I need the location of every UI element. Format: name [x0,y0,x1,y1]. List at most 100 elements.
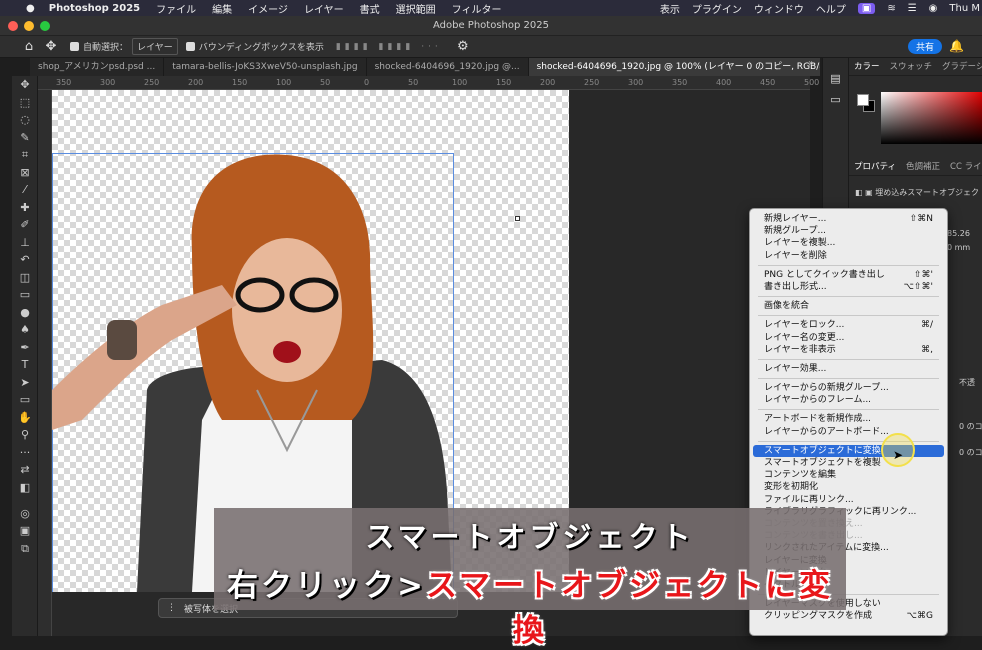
layer-name[interactable]: 0 のコ [953,418,982,435]
menu-item[interactable]: レイヤー効果... [750,363,947,375]
notification-icon[interactable]: 🔔 [949,39,964,53]
menu-help[interactable]: ヘルプ [816,1,846,16]
doc-tab-active[interactable]: shocked-6404696_1920.jpg @ 100% (レイヤー 0 … [528,58,820,76]
menu-item[interactable]: レイヤーをロック... ⌘/ [750,319,947,331]
menu-item[interactable]: ファイルに再リンク... [750,494,947,506]
tab-properties[interactable]: プロパティ [849,158,901,175]
wifi-icon[interactable]: ≋ [887,3,895,14]
move-tool-icon[interactable]: ✥ [12,76,38,94]
quick-mask-icon[interactable]: ◎ [12,505,38,523]
tab-adjustments[interactable]: 色調補正 [901,158,945,175]
pen-tool-icon[interactable]: ✒ [12,339,38,357]
type-tool-icon[interactable]: T [12,356,38,374]
menu-view[interactable]: 表示 [660,1,680,16]
crop-tool-icon[interactable]: ⌗ [12,146,38,164]
menu-item[interactable]: 新規レイヤー... ⇧⌘N [750,213,947,225]
menu-item[interactable]: アートボードを新規作成... [750,413,947,425]
menu-item-label: 変形を初期化 [764,482,819,493]
tab-cc-libraries[interactable]: CC ライ [945,158,982,175]
zoom-tool-icon[interactable]: ⚲ [12,426,38,444]
move-tool-icon[interactable]: ✥ [40,39,62,54]
app-menu[interactable]: Photoshop 2025 [49,3,140,14]
lasso-tool-icon[interactable]: ◌ [12,111,38,129]
menu-plugins[interactable]: プラグイン [692,1,742,16]
swap-colors-icon[interactable]: ⇄ [12,461,38,479]
menu-item[interactable]: 新規グループ... [750,225,947,237]
menu-type[interactable]: 書式 [360,1,380,16]
doc-tab[interactable]: shocked-6404696_1920.jpg @... [367,58,529,76]
tabs-overflow-icon[interactable]: » [808,58,814,69]
menu-select[interactable]: 選択範囲 [396,1,436,16]
brush-tool-icon[interactable]: ✐ [12,216,38,234]
menu-item[interactable]: レイヤーを削除 [750,250,947,262]
menu-edit[interactable]: 編集 [212,1,232,16]
dodge-tool-icon[interactable]: ♠ [12,321,38,339]
doc-tab[interactable]: shop_アメリカンpsd.psd ... [30,58,165,76]
apple-icon[interactable]: ● [26,3,35,14]
menu-filter[interactable]: フィルター [452,1,502,16]
close-window-button[interactable] [8,21,18,31]
healing-tool-icon[interactable]: ✚ [12,199,38,217]
menu-item-label: レイヤーをロック... [764,320,845,331]
layer-name[interactable]: 0 のコ [953,444,982,461]
history-icon[interactable]: ▤ [823,72,848,85]
gear-icon[interactable]: ⚙ [452,39,474,54]
blur-tool-icon[interactable]: ● [12,304,38,322]
doc-tab[interactable]: tamara-bellis-JoKS3XweV50-unsplash.jpg [164,58,367,76]
zoom-window-button[interactable] [40,21,50,31]
color-picker-field[interactable] [881,92,982,144]
menu-item[interactable]: レイヤー名の変更... [750,332,947,344]
menu-item[interactable]: 画像を統合 [750,300,947,312]
marquee-tool-icon[interactable]: ⬚ [12,94,38,112]
share-button[interactable]: 共有 [907,39,942,54]
auto-select-dropdown[interactable]: レイヤー [132,38,178,55]
more-tools-icon[interactable]: ··· [12,444,38,462]
color-swatches-icon[interactable]: ◧ [12,479,38,505]
menu-item[interactable]: PNG としてクイック書き出し ⇧⌘' [750,269,947,281]
stamp-tool-icon[interactable]: ⊥ [12,234,38,252]
edit-toolbar-icon[interactable]: ⧉ [12,540,38,558]
menu-item[interactable]: レイヤーからの新規グループ... [750,382,947,394]
transform-handle[interactable] [515,216,520,221]
tab-swatches[interactable]: スウォッチ [885,58,938,75]
hand-tool-icon[interactable]: ✋ [12,409,38,427]
comments-icon[interactable]: ▭ [823,93,848,106]
minimize-window-button[interactable] [24,21,34,31]
align-buttons[interactable]: ▮▮▮▮ ▮▮▮▮ ··· [336,42,442,52]
menu-item[interactable]: コンテンツを編集 [750,469,947,481]
menu-item[interactable]: レイヤーからのフレーム... [750,394,947,406]
bbox-checkbox[interactable] [185,42,195,51]
menu-window[interactable]: ウィンドウ [754,1,804,16]
menu-item[interactable]: スマートオブジェクトを複製 [750,457,947,469]
menu-item[interactable]: レイヤーを非表示 ⌘, [750,344,947,356]
menu-item[interactable]: 書き出し形式... ⌥⇧⌘' [750,281,947,293]
tab-gradients[interactable]: グラデーショ [937,58,982,75]
screen-mode-icon[interactable]: ▣ [12,522,38,540]
path-select-icon[interactable]: ➤ [12,374,38,392]
frame-tool-icon[interactable]: ⊠ [12,164,38,182]
ruler-tick-label: 200 [188,78,204,87]
siri-icon[interactable]: ◉ [929,3,938,14]
screen-record-icon[interactable]: ▣ [857,2,876,14]
eraser-tool-icon[interactable]: ◫ [12,269,38,287]
menu-item[interactable]: 変形を初期化 [750,481,947,493]
eyedropper-tool-icon[interactable]: ⁄ [12,181,38,199]
quick-select-tool-icon[interactable]: ✎ [12,129,38,147]
menu-item[interactable]: レイヤーを複製... [750,237,947,249]
drag-handle-icon[interactable]: ⋮ [167,603,176,613]
control-center-icon[interactable]: ☰ [908,3,917,14]
shape-tool-icon[interactable]: ▭ [12,391,38,409]
home-icon[interactable]: ⌂ [18,39,40,54]
menu-item[interactable]: レイヤーからのアートボード... [750,426,947,438]
foreground-color-swatch[interactable] [857,94,869,106]
tab-color[interactable]: カラー [849,58,885,75]
menu-layer[interactable]: レイヤー [304,1,344,16]
options-bar: ⌂ ✥ 自動選択： レイヤー バウンディングボックスを表示 ▮▮▮▮ ▮▮▮▮ … [0,36,982,58]
menu-image[interactable]: イメージ [248,1,288,16]
history-brush-icon[interactable]: ↶ [12,251,38,269]
menu-file[interactable]: ファイル [156,1,196,16]
gradient-tool-icon[interactable]: ▭ [12,286,38,304]
auto-select-checkbox[interactable] [70,42,79,51]
menu-item-convert-smart-object[interactable]: スマートオブジェクトに変換 [753,444,944,457]
menu-separator [758,296,939,298]
